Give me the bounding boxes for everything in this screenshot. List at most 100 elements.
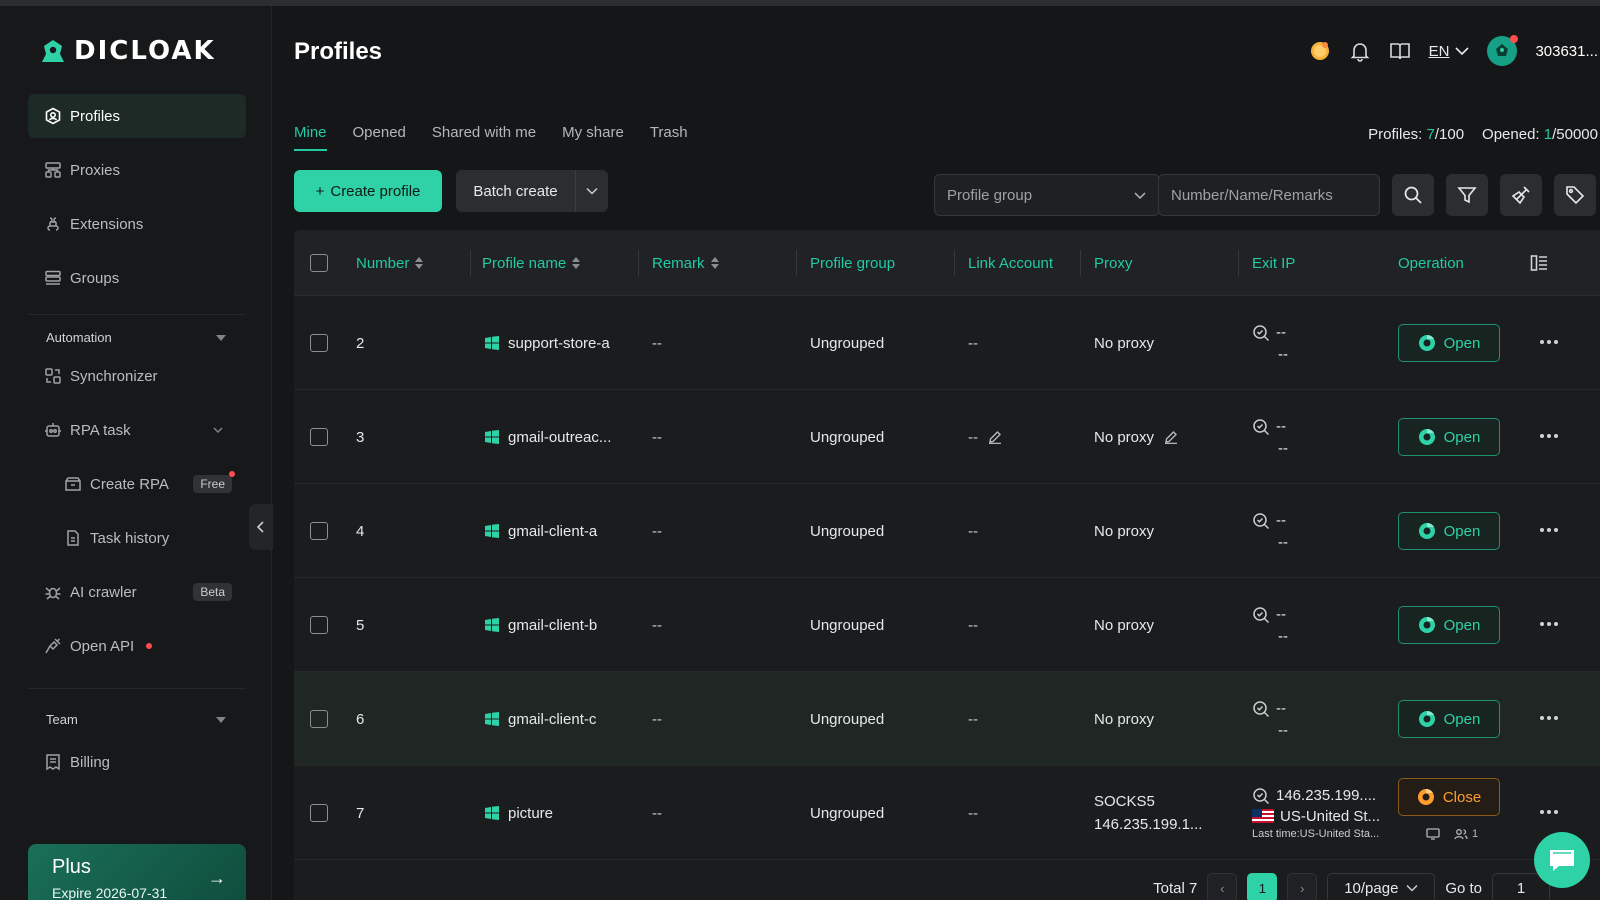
table-row[interactable]: 3 gmail-outreac... -- Ungrouped -- No pr…: [294, 390, 1600, 484]
book-icon[interactable]: [1389, 40, 1411, 62]
page-size-select[interactable]: 10/page: [1327, 873, 1436, 900]
cell-profile-name[interactable]: gmail-client-c: [484, 672, 596, 766]
table-row[interactable]: 4 gmail-client-a -- Ungrouped -- No prox…: [294, 484, 1600, 578]
page-1-button[interactable]: 1: [1247, 873, 1278, 900]
tab-opened[interactable]: Opened: [353, 124, 406, 151]
batch-create-label[interactable]: Batch create: [456, 170, 576, 212]
more-options-icon[interactable]: [1540, 340, 1562, 346]
batch-create-dropdown[interactable]: [576, 170, 608, 212]
brand-logo[interactable]: DICLOAK: [40, 36, 216, 66]
row-checkbox[interactable]: [310, 710, 328, 728]
sidebar-item-rpa-task[interactable]: RPA task: [28, 408, 246, 452]
sidebar-item-task-history[interactable]: Task history: [48, 516, 246, 560]
create-profile-button[interactable]: + Create profile: [294, 170, 442, 212]
cell-profile-name[interactable]: gmail-client-a: [484, 484, 597, 578]
more-options-icon[interactable]: [1540, 716, 1562, 722]
profiles-used: 7: [1426, 126, 1435, 143]
open-button[interactable]: Open: [1398, 418, 1500, 456]
column-profile-name[interactable]: Profile name: [482, 230, 581, 296]
prev-page-button[interactable]: ‹: [1207, 873, 1238, 900]
tag-button[interactable]: [1554, 174, 1596, 216]
user-id[interactable]: 303631...: [1535, 43, 1598, 60]
batch-create-button[interactable]: Batch create: [456, 170, 608, 212]
edit-icon[interactable]: [1164, 430, 1178, 444]
section-team[interactable]: Team: [46, 712, 226, 727]
bell-icon[interactable]: [1349, 40, 1371, 62]
open-button[interactable]: Open: [1398, 512, 1500, 550]
more-options-icon[interactable]: [1540, 434, 1562, 440]
column-remark[interactable]: Remark: [652, 230, 719, 296]
sidebar-item-groups[interactable]: Groups: [28, 256, 246, 300]
avatar[interactable]: [1487, 35, 1519, 66]
monitor-icon[interactable]: [1426, 828, 1440, 840]
column-number[interactable]: Number: [356, 230, 424, 296]
table-row[interactable]: 6 gmail-client-c -- Ungrouped -- No prox…: [294, 672, 1600, 766]
filter-button[interactable]: [1446, 174, 1488, 216]
row-checkbox[interactable]: [310, 334, 328, 352]
zoom-check-icon[interactable]: [1252, 606, 1270, 624]
open-button[interactable]: Open: [1398, 606, 1500, 644]
tab-my-share[interactable]: My share: [562, 124, 624, 151]
zoom-check-icon[interactable]: [1252, 787, 1270, 805]
select-all-checkbox[interactable]: [310, 254, 328, 272]
clean-button[interactable]: [1500, 174, 1542, 216]
plan-card[interactable]: Plus Expire 2026-07-31 →: [28, 844, 246, 900]
cell-profile-name[interactable]: gmail-outreac...: [484, 390, 611, 484]
column-number-label: Number: [356, 254, 410, 272]
more-options-icon[interactable]: [1540, 528, 1562, 534]
users-count[interactable]: 1: [1454, 828, 1478, 840]
zoom-check-icon[interactable]: [1252, 700, 1270, 718]
cell-number: 4: [356, 522, 365, 540]
tab-mine[interactable]: Mine: [294, 124, 327, 151]
sidebar-collapse-button[interactable]: [249, 504, 273, 550]
table-row[interactable]: 2 support-store-a -- Ungrouped -- No pro…: [294, 296, 1600, 390]
table-row[interactable]: 5 gmail-client-b -- Ungrouped -- No prox…: [294, 578, 1600, 672]
search-button[interactable]: [1392, 174, 1434, 216]
zoom-check-icon[interactable]: [1252, 512, 1270, 530]
exit-location-text: --: [1278, 627, 1288, 645]
cell-profile-name[interactable]: gmail-client-b: [484, 578, 597, 672]
free-badge-label: Free: [200, 477, 225, 491]
browser-icon: [1418, 616, 1435, 633]
language-selector[interactable]: EN: [1429, 43, 1470, 60]
chat-support-button[interactable]: [1534, 832, 1590, 888]
row-checkbox[interactable]: [310, 428, 328, 446]
sidebar-item-billing[interactable]: Billing: [28, 740, 246, 784]
sort-icon[interactable]: [415, 257, 424, 269]
tab-shared-with-me[interactable]: Shared with me: [432, 124, 536, 151]
section-automation[interactable]: Automation: [46, 330, 226, 345]
sidebar-item-extensions[interactable]: Extensions: [28, 202, 246, 246]
sidebar-item-ai-crawler[interactable]: AI crawler Beta: [28, 570, 246, 614]
column-settings-icon[interactable]: [1530, 254, 1548, 272]
row-checkbox[interactable]: [310, 616, 328, 634]
row-checkbox[interactable]: [310, 804, 328, 822]
cell-number: 3: [356, 428, 365, 446]
tab-trash[interactable]: Trash: [650, 124, 688, 151]
zoom-check-icon[interactable]: [1252, 324, 1270, 342]
table-row[interactable]: 7 picture -- Ungrouped -- SOCKS5 146.235…: [294, 766, 1600, 860]
more-options-icon[interactable]: [1540, 810, 1562, 816]
cell-profile-name[interactable]: picture: [484, 766, 553, 860]
zoom-check-icon[interactable]: [1252, 418, 1270, 436]
profile-group-select[interactable]: Profile group: [934, 174, 1160, 216]
open-button[interactable]: Open: [1398, 324, 1500, 362]
close-button[interactable]: Close: [1398, 778, 1500, 816]
sidebar-item-create-rpa[interactable]: Create RPA Free: [48, 462, 246, 506]
sidebar-item-synchronizer[interactable]: Synchronizer: [28, 354, 246, 398]
sidebar-item-profiles[interactable]: Profiles: [28, 94, 246, 138]
cell-profile-name[interactable]: support-store-a: [484, 296, 610, 390]
search-input[interactable]: [1158, 174, 1380, 216]
next-page-button[interactable]: ›: [1287, 873, 1318, 900]
sidebar-item-proxies[interactable]: Proxies: [28, 148, 246, 192]
more-options-icon[interactable]: [1540, 622, 1562, 628]
sort-icon[interactable]: [572, 257, 581, 269]
row-checkbox[interactable]: [310, 522, 328, 540]
sort-icon[interactable]: [710, 257, 719, 269]
sidebar-item-open-api[interactable]: Open API: [28, 624, 246, 668]
sidebar-item-label: Task history: [90, 529, 170, 547]
column-profile-group: Profile group: [810, 230, 895, 296]
open-button[interactable]: Open: [1398, 700, 1500, 738]
open-button-label: Open: [1443, 334, 1481, 352]
edit-icon[interactable]: [988, 430, 1002, 444]
coin-icon[interactable]: [1309, 40, 1331, 62]
